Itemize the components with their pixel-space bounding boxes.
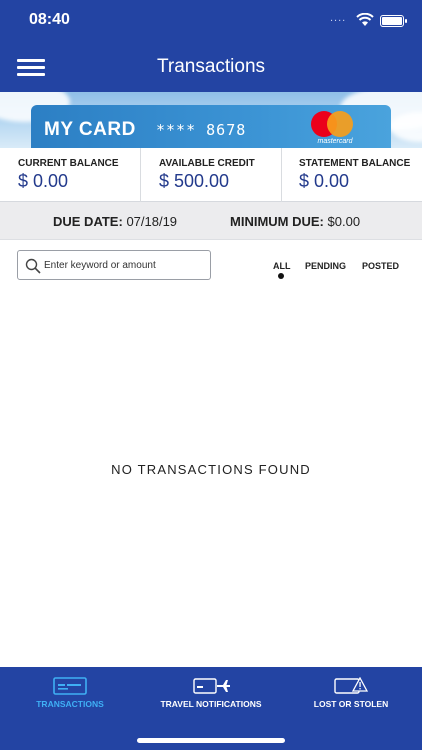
home-indicator (137, 738, 285, 743)
card-brand: mastercard (317, 138, 353, 145)
due-date: DUE DATE: 07/18/19 (53, 214, 177, 229)
due-date-value: 07/18/19 (126, 214, 178, 229)
statement-balance-value: $ 0.00 (299, 171, 350, 191)
minimum-due: MINIMUM DUE: $0.00 (230, 214, 360, 229)
search-box[interactable] (17, 250, 211, 280)
tab-lost-or-stolen[interactable]: LOST OR STOLEN (291, 667, 411, 727)
available-credit-label: AVAILABLE CREDIT (159, 158, 255, 169)
wifi-icon (356, 13, 374, 26)
statement-balance: STATEMENT BALANCE $ 0.00 (281, 148, 422, 202)
available-credit: AVAILABLE CREDIT $ 500.00 (140, 148, 281, 202)
signal-dots-icon: .... (330, 12, 347, 24)
credit-card-image: MY CARD **** 8678 mastercard (31, 105, 391, 148)
tab-transactions[interactable]: TRANSACTIONS (10, 667, 130, 727)
due-summary: DUE DATE: 07/18/19 MINIMUM DUE: $0.00 (0, 202, 422, 240)
search-input[interactable] (44, 255, 208, 275)
balance-summary: CURRENT BALANCE $ 0.00 AVAILABLE CREDIT … (0, 148, 422, 202)
card-icon (53, 677, 87, 695)
filter-tab-posted[interactable]: POSTED (362, 261, 399, 271)
card-title: MY CARD (44, 119, 136, 140)
statement-balance-label: STATEMENT BALANCE (299, 158, 411, 169)
mastercard-logo: mastercard (309, 111, 365, 148)
filter-tab-pending[interactable]: PENDING (305, 261, 346, 271)
tab-lost-or-stolen-label: LOST OR STOLEN (313, 699, 389, 709)
minimum-due-value: $0.00 (327, 214, 361, 229)
card-warning-icon (334, 677, 368, 694)
active-filter-indicator (278, 273, 284, 279)
empty-state-message: NO TRANSACTIONS FOUND (111, 462, 311, 477)
current-balance-value: $ 0.00 (18, 171, 69, 191)
search-icon (25, 258, 41, 274)
tab-travel-notifications-label: TRAVEL NOTIFICATIONS (160, 699, 262, 709)
card-number: **** 8678 (156, 121, 247, 139)
status-bar: 08:40 .... (0, 0, 422, 44)
card-banner: MY CARD **** 8678 mastercard (0, 92, 422, 148)
nav-bar: Transactions (0, 44, 422, 92)
due-date-label: DUE DATE: (53, 214, 123, 229)
tab-transactions-label: TRANSACTIONS (36, 699, 104, 709)
current-balance: CURRENT BALANCE $ 0.00 (0, 148, 140, 202)
tab-travel-notifications[interactable]: TRAVEL NOTIFICATIONS (148, 667, 274, 727)
minimum-due-label: MINIMUM DUE: (230, 214, 324, 229)
battery-icon (380, 15, 407, 27)
current-balance-label: CURRENT BALANCE (18, 158, 119, 169)
card-airplane-icon (193, 678, 230, 694)
status-time: 08:40 (29, 11, 70, 28)
page-title: Transactions (156, 56, 266, 77)
filter-tab-all[interactable]: ALL (273, 261, 291, 271)
available-credit-value: $ 500.00 (159, 171, 230, 191)
